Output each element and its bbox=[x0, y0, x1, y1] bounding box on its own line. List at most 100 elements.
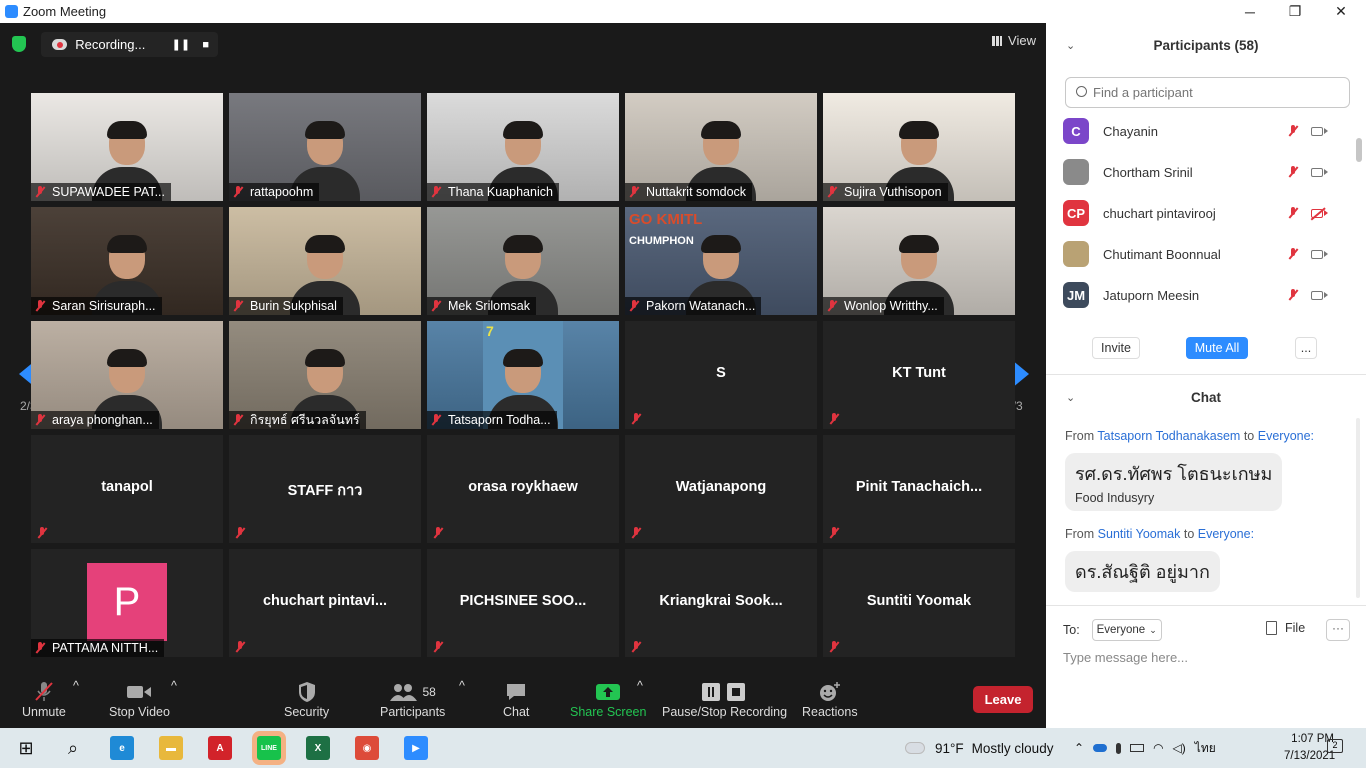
line-icon[interactable]: LINE bbox=[257, 736, 281, 760]
participant-video-tile[interactable]: STAFF กาว bbox=[229, 435, 421, 543]
file-explorer-icon[interactable]: ▬ bbox=[159, 736, 183, 760]
participant-name-label: Wonlop Writthy... bbox=[823, 297, 944, 315]
microphone-muted-icon[interactable] bbox=[1281, 207, 1305, 219]
participant-video-tile[interactable]: Kriangkrai Sook... bbox=[625, 549, 817, 657]
stop-video-button[interactable]: Stop Video bbox=[109, 679, 170, 719]
video-camera-icon[interactable] bbox=[1305, 167, 1329, 177]
unmute-label: Unmute bbox=[22, 705, 66, 719]
file-button[interactable]: File bbox=[1266, 621, 1305, 635]
pause-stop-recording-button[interactable]: Pause/Stop Recording bbox=[662, 679, 787, 719]
video-camera-icon[interactable] bbox=[1305, 249, 1329, 259]
stop-recording-button[interactable]: ■ bbox=[193, 39, 218, 51]
chrome-icon[interactable]: ◉ bbox=[355, 736, 379, 760]
chat-recipient-name[interactable]: Everyone: bbox=[1258, 429, 1314, 443]
participant-video-tile[interactable]: rattapoohm bbox=[229, 93, 421, 201]
reactions-button[interactable]: Reactions bbox=[802, 679, 858, 719]
participant-name: Wonlop Writthy... bbox=[844, 299, 938, 313]
participant-video-tile[interactable]: 7 Tatsaporn Todha... bbox=[427, 321, 619, 429]
chat-recipient-name[interactable]: Everyone: bbox=[1198, 527, 1254, 541]
video-options-caret-icon[interactable]: ^ bbox=[171, 679, 177, 693]
video-camera-icon[interactable] bbox=[1305, 290, 1329, 300]
search-icon[interactable]: ⌕ bbox=[61, 736, 85, 760]
pause-recording-button[interactable]: ❚❚ bbox=[169, 38, 194, 51]
chat-button[interactable]: Chat bbox=[503, 679, 529, 719]
mute-all-button[interactable]: Mute All bbox=[1186, 337, 1248, 359]
minimize-button[interactable]: ─ bbox=[1227, 0, 1273, 23]
find-participant-input[interactable] bbox=[1065, 77, 1350, 108]
chevron-up-icon[interactable]: ⌃ bbox=[1074, 741, 1084, 755]
participant-video-tile[interactable]: Mek Srilomsak bbox=[427, 207, 619, 315]
participant-list-item[interactable]: CP chuchart pintavirooj bbox=[1063, 198, 1353, 228]
participant-name: Burin Sukphisal bbox=[250, 299, 337, 313]
invite-button[interactable]: Invite bbox=[1092, 337, 1140, 359]
encryption-shield-icon[interactable] bbox=[12, 36, 26, 52]
participant-video-tile[interactable]: chuchart pintavi... bbox=[229, 549, 421, 657]
participant-video-tile[interactable]: SUPAWADEE PAT... bbox=[31, 93, 223, 201]
participant-video-tile[interactable]: araya phonghan... bbox=[31, 321, 223, 429]
audio-options-caret-icon[interactable]: ^ bbox=[73, 679, 79, 693]
battery-icon[interactable] bbox=[1130, 744, 1145, 752]
participant-list-item[interactable]: JM Jatuporn Meesin bbox=[1063, 280, 1353, 310]
close-button[interactable]: ✕ bbox=[1318, 0, 1364, 23]
weather-widget[interactable]: 91°F Mostly cloudy bbox=[905, 728, 1053, 768]
participant-list-item[interactable]: Chortham Srinil bbox=[1063, 157, 1353, 187]
participants-more-button[interactable]: ... bbox=[1295, 337, 1317, 359]
participants-button[interactable]: 58 Participants bbox=[380, 679, 445, 719]
onedrive-cloud-icon[interactable] bbox=[1093, 744, 1108, 752]
participant-video-tile[interactable]: S bbox=[625, 321, 817, 429]
chat-more-button[interactable]: ··· bbox=[1326, 619, 1350, 641]
security-button[interactable]: Security bbox=[284, 679, 329, 719]
participant-list-item[interactable]: Chutimant Boonnual bbox=[1063, 239, 1353, 269]
microphone-muted-icon[interactable] bbox=[1281, 125, 1305, 137]
microphone-muted-icon bbox=[37, 527, 47, 539]
participant-video-tile[interactable]: GO KMITL CHUMPHON Pakorn Watanach... bbox=[625, 207, 817, 315]
participant-video-tile[interactable]: Suntiti Yoomak bbox=[823, 549, 1015, 657]
microphone-muted-icon[interactable] bbox=[1281, 248, 1305, 260]
participant-video-tile[interactable]: Sujira Vuthisopon bbox=[823, 93, 1015, 201]
participant-video-tile[interactable]: P PATTAMA NITTH... bbox=[31, 549, 223, 657]
participant-name: Watjanapong bbox=[675, 479, 767, 495]
participant-list-item[interactable]: C Chayanin bbox=[1063, 116, 1353, 146]
video-camera-icon[interactable] bbox=[1305, 126, 1329, 136]
windows-start-icon[interactable]: ⊞ bbox=[14, 736, 38, 760]
video-off-icon[interactable] bbox=[1305, 208, 1329, 218]
volume-icon[interactable]: ◁) bbox=[1173, 741, 1186, 755]
view-button[interactable]: View bbox=[992, 33, 1036, 48]
chat-scrollbar[interactable] bbox=[1356, 418, 1360, 598]
participant-video-tile[interactable]: Wonlop Writthy... bbox=[823, 207, 1015, 315]
participant-video-tile[interactable]: Nuttakrit somdock bbox=[625, 93, 817, 201]
chat-sender-name[interactable]: Suntiti Yoomak bbox=[1098, 527, 1181, 541]
participant-video-tile[interactable]: tanapol bbox=[31, 435, 223, 543]
wifi-icon[interactable]: ◠ bbox=[1153, 741, 1163, 755]
edge-icon[interactable]: e bbox=[110, 736, 134, 760]
participant-video-tile[interactable]: Thana Kuaphanich bbox=[427, 93, 619, 201]
share-options-caret-icon[interactable]: ^ bbox=[637, 679, 643, 693]
participant-video-tile[interactable]: PICHSINEE SOO... bbox=[427, 549, 619, 657]
maximize-button[interactable]: ❐ bbox=[1272, 0, 1318, 23]
microphone-muted-icon[interactable] bbox=[1281, 166, 1305, 178]
participant-video-tile[interactable]: Burin Sukphisal bbox=[229, 207, 421, 315]
notification-center-icon[interactable]: 2 bbox=[1327, 739, 1343, 753]
language-indicator[interactable]: ไทย bbox=[1195, 739, 1216, 758]
leave-button[interactable]: Leave bbox=[973, 686, 1033, 713]
participant-video-tile[interactable]: orasa roykhaew bbox=[427, 435, 619, 543]
microphone-icon[interactable] bbox=[1116, 742, 1122, 754]
zoom-icon[interactable]: ▶ bbox=[404, 736, 428, 760]
excel-icon[interactable]: X bbox=[306, 736, 330, 760]
chat-sender-name[interactable]: Tatsaporn Todhanakasem bbox=[1097, 429, 1240, 443]
microphone-muted-icon bbox=[433, 641, 443, 653]
participant-list-scrollbar[interactable] bbox=[1356, 138, 1362, 162]
recipient-dropdown[interactable]: Everyone ⌄ bbox=[1091, 619, 1162, 641]
participant-video-tile[interactable]: Saran Sirisuraph... bbox=[31, 207, 223, 315]
participant-video-tile[interactable]: KT Tunt bbox=[823, 321, 1015, 429]
participant-video-tile[interactable]: กิรยุทธ์ ศรีนวลจันทร์ bbox=[229, 321, 421, 429]
unmute-button[interactable]: Unmute bbox=[22, 679, 66, 719]
microphone-muted-icon[interactable] bbox=[1281, 289, 1305, 301]
acrobat-icon[interactable]: A bbox=[208, 736, 232, 760]
chat-message-input[interactable]: Type message here... bbox=[1063, 650, 1188, 665]
participants-caret-icon[interactable]: ^ bbox=[459, 679, 465, 693]
participant-video-tile[interactable]: Pinit Tanachaich... bbox=[823, 435, 1015, 543]
share-screen-button[interactable]: Share Screen bbox=[570, 679, 646, 719]
participant-video-tile[interactable]: Watjanapong bbox=[625, 435, 817, 543]
microphone-muted-icon bbox=[431, 186, 441, 198]
